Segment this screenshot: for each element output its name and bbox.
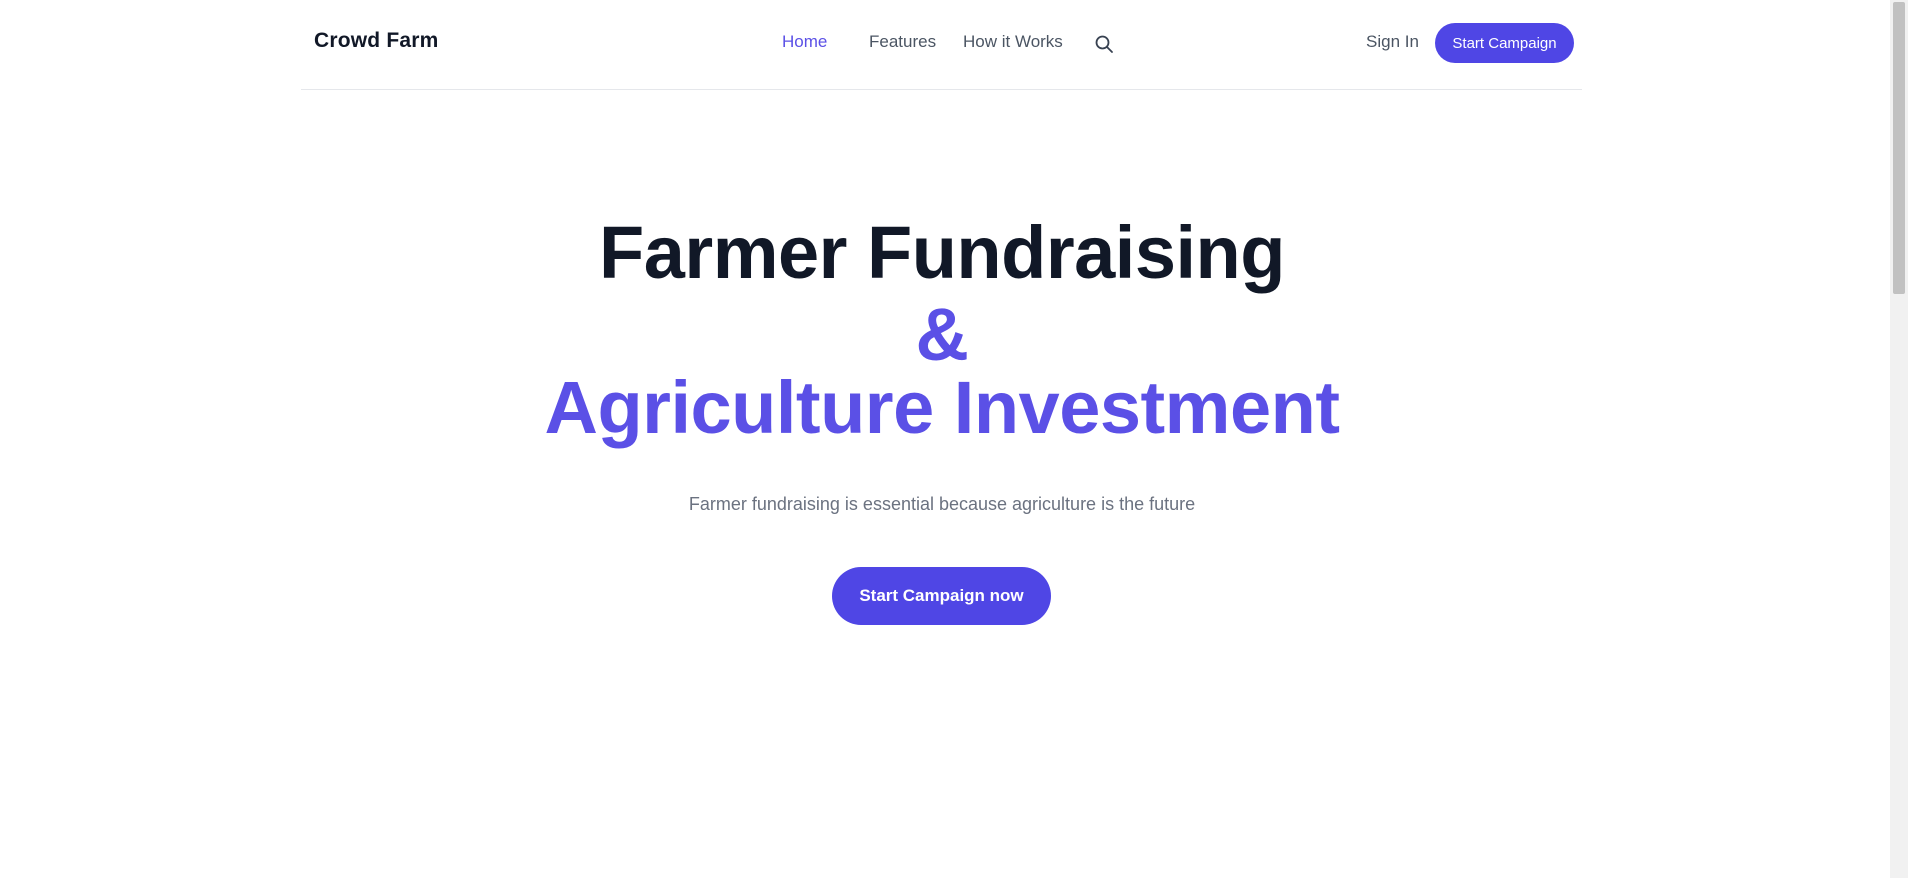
sign-in-link[interactable]: Sign In — [1366, 32, 1419, 52]
nav-how-it-works[interactable]: How it Works — [963, 32, 1063, 52]
vertical-scrollbar[interactable] — [1890, 0, 1908, 878]
search-icon[interactable] — [1094, 34, 1114, 54]
start-campaign-now-button[interactable]: Start Campaign now — [832, 567, 1051, 625]
start-campaign-button[interactable]: Start Campaign — [1435, 23, 1574, 63]
nav-home[interactable]: Home — [782, 32, 827, 52]
hero-title-line-3: Agriculture Investment — [544, 366, 1340, 449]
page: Crowd Farm Home Features How it Works Si… — [0, 0, 1890, 878]
nav-features[interactable]: Features — [869, 32, 936, 52]
site-header: Crowd Farm Home Features How it Works Si… — [301, 0, 1582, 90]
scrollbar-thumb[interactable] — [1893, 2, 1905, 294]
hero-subtitle: Farmer fundraising is essential because … — [688, 494, 1196, 514]
hero-title-line-1: Farmer Fundraising — [599, 211, 1285, 294]
